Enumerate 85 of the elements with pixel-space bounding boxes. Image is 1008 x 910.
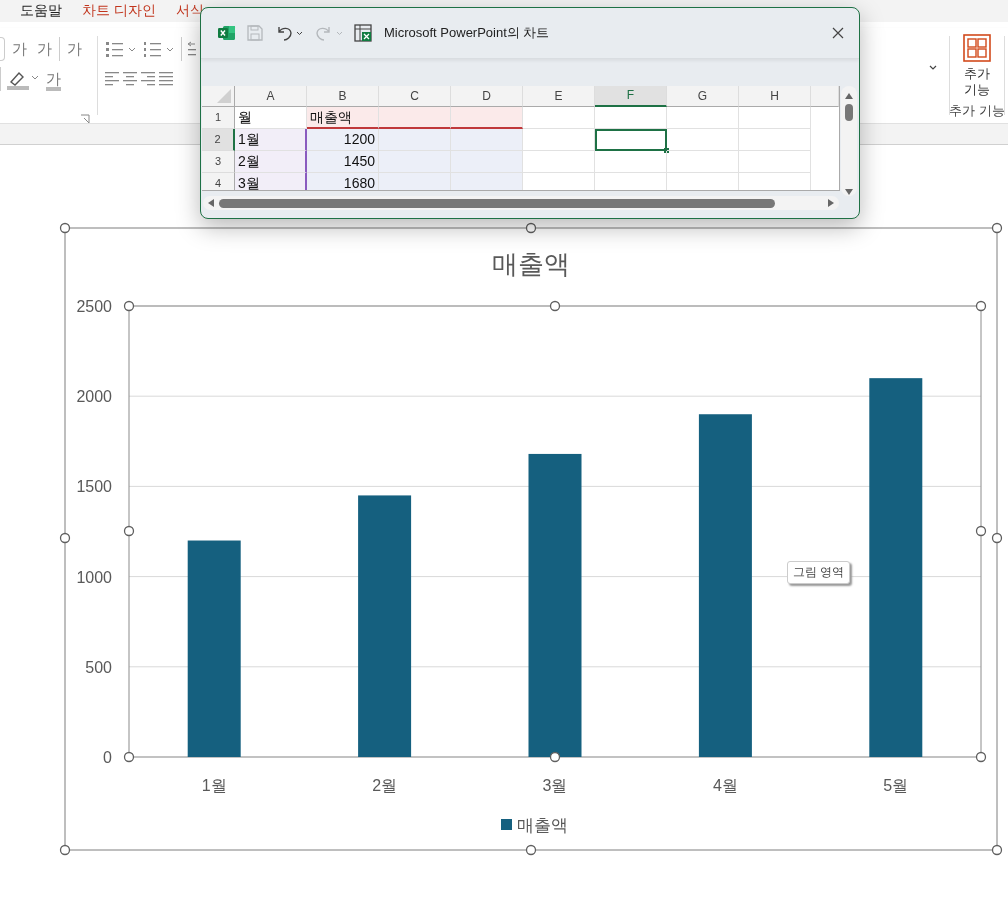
row-header[interactable]: 3 <box>202 151 235 173</box>
column-header[interactable]: G <box>667 86 739 107</box>
column-header[interactable]: B <box>307 86 379 107</box>
axis-label: 2500 <box>76 298 112 315</box>
font-size-field[interactable] <box>0 37 5 61</box>
bar[interactable] <box>869 378 923 757</box>
legend-item[interactable]: 매출액 <box>501 816 568 835</box>
bar[interactable] <box>528 453 582 757</box>
add-ins-button[interactable]: 추가 기능 <box>957 34 997 98</box>
resize-handle[interactable] <box>59 532 71 544</box>
axis-label: 3월 <box>542 777 568 794</box>
align-right-icon[interactable] <box>141 71 155 87</box>
align-center-icon[interactable] <box>123 71 137 87</box>
resize-handle[interactable] <box>991 844 1003 856</box>
axis-label: 0 <box>103 749 112 766</box>
spreadsheet-icon[interactable] <box>354 24 372 42</box>
axis-label: 4월 <box>712 777 738 794</box>
window-title: Microsoft PowerPoint의 차트 <box>384 24 550 42</box>
resize-handle[interactable] <box>991 222 1003 234</box>
resize-handle[interactable] <box>123 300 135 312</box>
resize-handle[interactable] <box>549 751 561 763</box>
tooltip: 그림 영역 <box>787 561 851 584</box>
bar[interactable] <box>187 540 241 757</box>
column-header[interactable]: D <box>451 86 523 107</box>
resize-handle[interactable] <box>123 751 135 763</box>
table-cell[interactable]: 1월 <box>235 129 307 151</box>
chart-title: 매출액 <box>492 249 570 279</box>
resize-handle[interactable] <box>549 300 561 312</box>
shrink-font-button[interactable]: 가 <box>34 38 55 60</box>
column-header[interactable] <box>811 86 839 107</box>
column-header[interactable]: F <box>595 86 667 107</box>
close-icon[interactable] <box>831 26 845 40</box>
resize-handle[interactable] <box>59 222 71 234</box>
table-cell[interactable]: 1680 <box>307 173 379 190</box>
axis-label: 1500 <box>76 478 112 496</box>
row-header[interactable]: 4 <box>202 173 235 190</box>
axis-label: 2000 <box>76 388 112 406</box>
up-arrow-icon[interactable] <box>844 92 854 100</box>
column-header[interactable]: A <box>235 86 307 107</box>
axis-label: 5월 <box>883 777 909 794</box>
clear-format-button[interactable]: 가 <box>64 38 85 60</box>
excel-icon[interactable] <box>218 25 236 41</box>
dialog-launcher-icon[interactable] <box>80 114 90 124</box>
column-header[interactable]: H <box>739 86 811 107</box>
legend-label: 매출액 <box>517 816 568 835</box>
column-header[interactable]: C <box>379 86 451 107</box>
scrollbar-thumb[interactable] <box>219 198 775 208</box>
scrollbar-thumb[interactable] <box>845 104 853 121</box>
grid-icon <box>963 34 991 62</box>
bar[interactable] <box>358 495 412 757</box>
axis-label: 2월 <box>372 777 398 794</box>
group-label: 추가 기능 <box>949 102 1005 120</box>
ribbon-tab[interactable]: 도움말 <box>12 0 70 22</box>
vertical-scrollbar[interactable] <box>841 86 857 196</box>
left-arrow-icon[interactable] <box>207 198 215 208</box>
resize-handle[interactable] <box>975 300 987 312</box>
table-cell[interactable]: 1450 <box>307 151 379 173</box>
table-cell[interactable]: 1200 <box>307 129 379 151</box>
font-color-button[interactable]: 가 <box>43 68 71 90</box>
row-header[interactable]: 1 <box>202 107 235 129</box>
justify-icon[interactable] <box>159 71 173 87</box>
resize-handle[interactable] <box>59 844 71 856</box>
row-header[interactable]: 2 <box>202 129 235 151</box>
column-header[interactable]: E <box>523 86 595 107</box>
ribbon-tab[interactable]: 차트 디자인 <box>74 0 164 22</box>
caret-icon[interactable] <box>928 64 938 72</box>
table-cell[interactable]: 매출액 <box>307 107 379 129</box>
resize-handle[interactable] <box>975 525 987 537</box>
resize-handle[interactable] <box>525 844 537 856</box>
resize-handle[interactable] <box>975 751 987 763</box>
axis-label: 500 <box>85 658 112 676</box>
align-left-icon[interactable] <box>105 71 119 87</box>
resize-handle[interactable] <box>525 222 537 234</box>
indent-icon[interactable] <box>186 40 196 58</box>
down-arrow-icon[interactable] <box>844 188 854 196</box>
grow-font-button[interactable]: 가 <box>9 38 30 60</box>
axis-label: 1월 <box>201 777 227 794</box>
table-cell[interactable]: 3월 <box>235 173 307 190</box>
table-cell[interactable]: 2월 <box>235 151 307 173</box>
resize-handle[interactable] <box>123 525 135 537</box>
axis-label: 1000 <box>76 568 112 586</box>
horizontal-scrollbar[interactable] <box>203 196 839 210</box>
table-cell[interactable] <box>595 129 667 151</box>
resize-handle[interactable] <box>991 532 1003 544</box>
right-arrow-icon[interactable] <box>827 198 835 208</box>
